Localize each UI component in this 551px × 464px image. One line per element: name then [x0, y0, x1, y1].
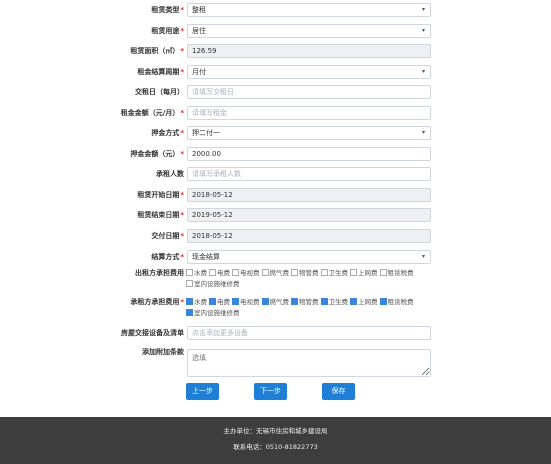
checkbox-icon[interactable]: [186, 298, 193, 305]
checkbox-icon[interactable]: [350, 298, 357, 305]
checkbox-icon[interactable]: [291, 298, 298, 305]
checkbox-icon[interactable]: [186, 309, 193, 316]
checkbox-icon[interactable]: [232, 269, 239, 276]
start-date-field: 2018-05-12: [187, 188, 431, 202]
fee-name: 水费: [194, 269, 207, 277]
tenant-count-input[interactable]: 请填写承租人数: [187, 167, 431, 181]
checkbox-icon[interactable]: [379, 298, 387, 305]
fee-checkbox[interactable]: 物管费: [291, 268, 319, 279]
checkbox-icon[interactable]: [261, 298, 269, 305]
deposit-method-select[interactable]: 押二付一 ▾: [187, 126, 431, 140]
cycle-label: 租金结算周期*: [137, 68, 184, 76]
area-field: 126.59: [187, 44, 431, 58]
fee-name: 租赁税费: [387, 269, 414, 277]
tenant-count-label: 承租人数: [156, 170, 184, 178]
fee-checkbox[interactable]: 水费: [186, 297, 207, 308]
fee-checkbox[interactable]: 租赁税费: [379, 268, 414, 279]
checkbox-icon[interactable]: [379, 269, 387, 276]
chevron-down-icon: ▾: [421, 6, 425, 13]
checkbox-icon[interactable]: [261, 269, 269, 276]
fee-name: 物管费: [299, 269, 319, 277]
delivery-date-field: 2018-05-12: [187, 229, 431, 243]
fee-checkbox[interactable]: 燃气费: [261, 268, 290, 279]
end-date-label: 租赁结束日期*: [137, 211, 184, 219]
fee-name: 上网费: [358, 269, 378, 277]
rent-amount-label: 租金金额（元/月）*: [120, 109, 184, 117]
rent-type-label: 租赁类型*: [151, 6, 184, 14]
chevron-down-icon: ▾: [421, 68, 425, 75]
checkbox-icon[interactable]: [320, 298, 328, 305]
next-button[interactable]: 下一步: [254, 383, 287, 400]
pay-day-input[interactable]: 请填写交租日: [187, 85, 431, 99]
fee-checkbox[interactable]: 上网费: [350, 297, 378, 308]
checkbox-icon[interactable]: [209, 269, 216, 276]
checkbox-icon[interactable]: [209, 298, 216, 305]
fee-checkbox[interactable]: 电费: [209, 297, 230, 308]
checkbox-icon[interactable]: [186, 280, 193, 287]
fee-checkbox[interactable]: 室内设施维修费: [186, 279, 240, 290]
checkbox-icon[interactable]: [186, 269, 193, 276]
checkbox-icon[interactable]: [320, 269, 328, 276]
fee-name: 卫生费: [328, 298, 349, 306]
fee-checkbox[interactable]: 电视费: [232, 268, 260, 279]
rent-use-label: 租赁用途*: [151, 27, 184, 35]
area-label: 租赁面积（㎡）*: [130, 47, 184, 55]
rent-amount-input[interactable]: 请填写租金: [187, 106, 431, 120]
start-date-label: 租赁开始日期*: [137, 191, 184, 199]
pay-day-label: 交租日（每月）: [135, 88, 184, 96]
checkbox-icon[interactable]: [291, 269, 298, 276]
rent-type-select[interactable]: 整租 ▾: [187, 3, 431, 17]
delivery-date-label: 交付日期*: [151, 232, 184, 240]
fee-name: 上网费: [358, 298, 378, 306]
deposit-amount-input[interactable]: 2000.00: [187, 147, 431, 161]
fee-name: 燃气费: [269, 269, 290, 277]
fee-name: 电视费: [240, 269, 260, 277]
checkbox-icon[interactable]: [350, 269, 357, 276]
fee-checkbox[interactable]: 物管费: [291, 297, 319, 308]
lessee-fees-checkbox-group: 水费 电费 电视费 燃气费 物管费 卫生费 上网费 租赁税费室内设施维修费: [186, 297, 446, 319]
fee-checkbox[interactable]: 租赁税费: [379, 297, 414, 308]
lessee-fees-label: 承租方承担费用*: [130, 298, 184, 306]
chevron-down-icon: ▾: [421, 27, 425, 34]
footer-host: 主办单位：无锡市住房和城乡建设局: [223, 427, 328, 435]
fee-name: 电视费: [240, 298, 260, 306]
equipment-input[interactable]: 点击添加更多设备: [187, 326, 431, 340]
equipment-label: 房屋交接设备及清单: [121, 329, 184, 337]
fee-name: 卫生费: [328, 269, 349, 277]
fee-name: 电费: [217, 269, 230, 277]
fee-checkbox[interactable]: 卫生费: [320, 268, 349, 279]
fee-name: 电费: [217, 298, 230, 306]
site-footer: 主办单位：无锡市住房和城乡建设局 联系电话：0510-81822773: [0, 417, 551, 464]
fee-name: 物管费: [299, 298, 319, 306]
fee-checkbox[interactable]: 燃气费: [261, 297, 290, 308]
fee-name: 水费: [194, 298, 207, 306]
extra-terms-textarea[interactable]: [187, 349, 431, 377]
save-button[interactable]: 保存: [322, 383, 355, 400]
fee-checkbox[interactable]: 电费: [209, 268, 230, 279]
fee-name: 燃气费: [269, 298, 290, 306]
settle-method-label: 结算方式*: [151, 253, 184, 261]
footer-phone: 联系电话：0510-81822773: [233, 443, 318, 451]
lessor-fees-label: 出租方承担费用: [135, 269, 184, 277]
settle-method-select[interactable]: 现金结算 ▾: [187, 250, 431, 264]
lessor-fees-checkbox-group: 水费 电费 电视费 燃气费 物管费 卫生费 上网费 租赁税费室内设施维修费: [186, 268, 446, 290]
cycle-select[interactable]: 月付 ▾: [187, 65, 431, 79]
fee-name: 租赁税费: [387, 298, 414, 306]
rent-use-select[interactable]: 居住 ▾: [187, 24, 431, 38]
chevron-down-icon: ▾: [421, 129, 425, 136]
fee-checkbox[interactable]: 电视费: [232, 297, 260, 308]
fee-checkbox[interactable]: 水费: [186, 268, 207, 279]
fee-checkbox[interactable]: 卫生费: [320, 297, 349, 308]
prev-button[interactable]: 上一步: [186, 383, 219, 400]
fee-name: 室内设施维修费: [194, 309, 240, 317]
checkbox-icon[interactable]: [232, 298, 239, 305]
fee-checkbox[interactable]: 上网费: [350, 268, 378, 279]
fee-name: 室内设施维修费: [194, 280, 240, 288]
deposit-amount-label: 押金金额（元）*: [130, 150, 184, 158]
end-date-field: 2019-05-12: [187, 208, 431, 222]
deposit-method-label: 押金方式*: [151, 129, 184, 137]
chevron-down-icon: ▾: [421, 253, 425, 260]
extra-terms-label: 添加附加条款: [142, 348, 184, 356]
fee-checkbox[interactable]: 室内设施维修费: [186, 308, 240, 319]
